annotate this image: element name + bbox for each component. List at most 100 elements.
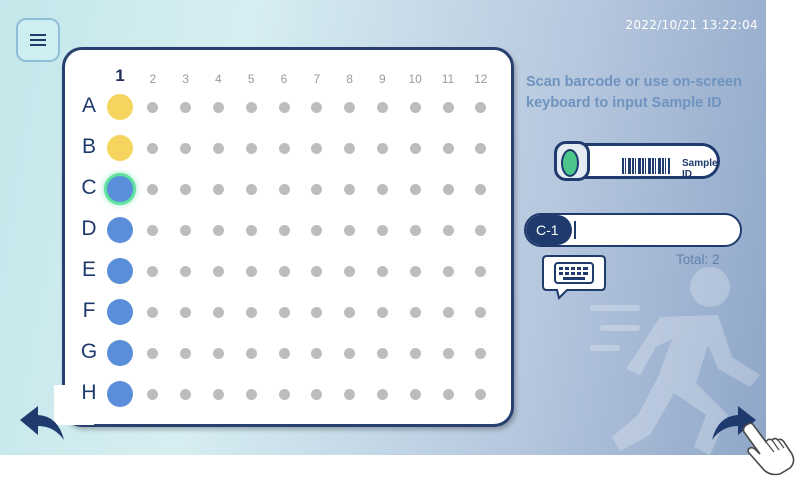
well-E4[interactable]: [212, 265, 224, 277]
well-C6[interactable]: [278, 183, 290, 195]
menu-button[interactable]: [16, 18, 60, 62]
well-E10[interactable]: [409, 265, 421, 277]
well-C5[interactable]: [245, 183, 257, 195]
well-G3[interactable]: [180, 347, 192, 359]
well-A6[interactable]: [278, 101, 290, 113]
well-D12[interactable]: [475, 224, 487, 236]
well-F6[interactable]: [278, 306, 290, 318]
well-D5[interactable]: [245, 224, 257, 236]
sample-id-input[interactable]: C-1: [524, 213, 742, 247]
well-F7[interactable]: [311, 306, 323, 318]
well-E12[interactable]: [475, 265, 487, 277]
well-E3[interactable]: [180, 265, 192, 277]
well-E7[interactable]: [311, 265, 323, 277]
well-A1[interactable]: [107, 94, 133, 120]
well-D1[interactable]: [107, 217, 133, 243]
well-B10[interactable]: [409, 142, 421, 154]
well-B7[interactable]: [311, 142, 323, 154]
well-C10[interactable]: [409, 183, 421, 195]
well-G6[interactable]: [278, 347, 290, 359]
well-D3[interactable]: [180, 224, 192, 236]
well-G1[interactable]: [107, 340, 133, 366]
well-C11[interactable]: [442, 183, 454, 195]
well-G11[interactable]: [442, 347, 454, 359]
well-F9[interactable]: [376, 306, 388, 318]
well-H1[interactable]: [107, 381, 133, 407]
well-G5[interactable]: [245, 347, 257, 359]
well-H7[interactable]: [311, 388, 323, 400]
well-F11[interactable]: [442, 306, 454, 318]
well-C3[interactable]: [180, 183, 192, 195]
well-A10[interactable]: [409, 101, 421, 113]
well-F5[interactable]: [245, 306, 257, 318]
well-F2[interactable]: [147, 306, 159, 318]
well-G2[interactable]: [147, 347, 159, 359]
well-H11[interactable]: [442, 388, 454, 400]
well-B8[interactable]: [344, 142, 356, 154]
well-D11[interactable]: [442, 224, 454, 236]
well-F10[interactable]: [409, 306, 421, 318]
well-H6[interactable]: [278, 388, 290, 400]
well-G12[interactable]: [475, 347, 487, 359]
well-B3[interactable]: [180, 142, 192, 154]
well-A12[interactable]: [475, 101, 487, 113]
well-A9[interactable]: [376, 101, 388, 113]
well-A8[interactable]: [344, 101, 356, 113]
well-A4[interactable]: [212, 101, 224, 113]
well-C2[interactable]: [147, 183, 159, 195]
well-C4[interactable]: [212, 183, 224, 195]
well-E2[interactable]: [147, 265, 159, 277]
well-A2[interactable]: [147, 101, 159, 113]
well-H2[interactable]: [147, 388, 159, 400]
back-button[interactable]: [18, 404, 66, 449]
well-E9[interactable]: [376, 265, 388, 277]
well-H3[interactable]: [180, 388, 192, 400]
well-G4[interactable]: [212, 347, 224, 359]
well-F4[interactable]: [212, 306, 224, 318]
well-A7[interactable]: [311, 101, 323, 113]
well-D7[interactable]: [311, 224, 323, 236]
well-C9[interactable]: [376, 183, 388, 195]
well-C1[interactable]: [107, 176, 133, 202]
well-H9[interactable]: [376, 388, 388, 400]
well-E6[interactable]: [278, 265, 290, 277]
well-C7[interactable]: [311, 183, 323, 195]
well-D4[interactable]: [212, 224, 224, 236]
well-H5[interactable]: [245, 388, 257, 400]
well-E11[interactable]: [442, 265, 454, 277]
well-G8[interactable]: [344, 347, 356, 359]
well-B9[interactable]: [376, 142, 388, 154]
well-E5[interactable]: [245, 265, 257, 277]
well-C8[interactable]: [344, 183, 356, 195]
keyboard-button[interactable]: [541, 254, 607, 300]
well-B2[interactable]: [147, 142, 159, 154]
well-H10[interactable]: [409, 388, 421, 400]
well-D8[interactable]: [344, 224, 356, 236]
well-D2[interactable]: [147, 224, 159, 236]
well-H4[interactable]: [212, 388, 224, 400]
well-F12[interactable]: [475, 306, 487, 318]
well-F3[interactable]: [180, 306, 192, 318]
well-H8[interactable]: [344, 388, 356, 400]
well-D9[interactable]: [376, 224, 388, 236]
well-A11[interactable]: [442, 101, 454, 113]
well-B11[interactable]: [442, 142, 454, 154]
well-C12[interactable]: [475, 183, 487, 195]
well-F8[interactable]: [344, 306, 356, 318]
well-D6[interactable]: [278, 224, 290, 236]
well-E1[interactable]: [107, 258, 133, 284]
well-B12[interactable]: [475, 142, 487, 154]
well-D10[interactable]: [409, 224, 421, 236]
well-H12[interactable]: [475, 388, 487, 400]
well-B5[interactable]: [245, 142, 257, 154]
well-E8[interactable]: [344, 265, 356, 277]
well-A5[interactable]: [245, 101, 257, 113]
well-B1[interactable]: [107, 135, 133, 161]
well-B6[interactable]: [278, 142, 290, 154]
well-G9[interactable]: [376, 347, 388, 359]
well-G7[interactable]: [311, 347, 323, 359]
well-F1[interactable]: [107, 299, 133, 325]
well-G10[interactable]: [409, 347, 421, 359]
well-A3[interactable]: [180, 101, 192, 113]
well-B4[interactable]: [212, 142, 224, 154]
